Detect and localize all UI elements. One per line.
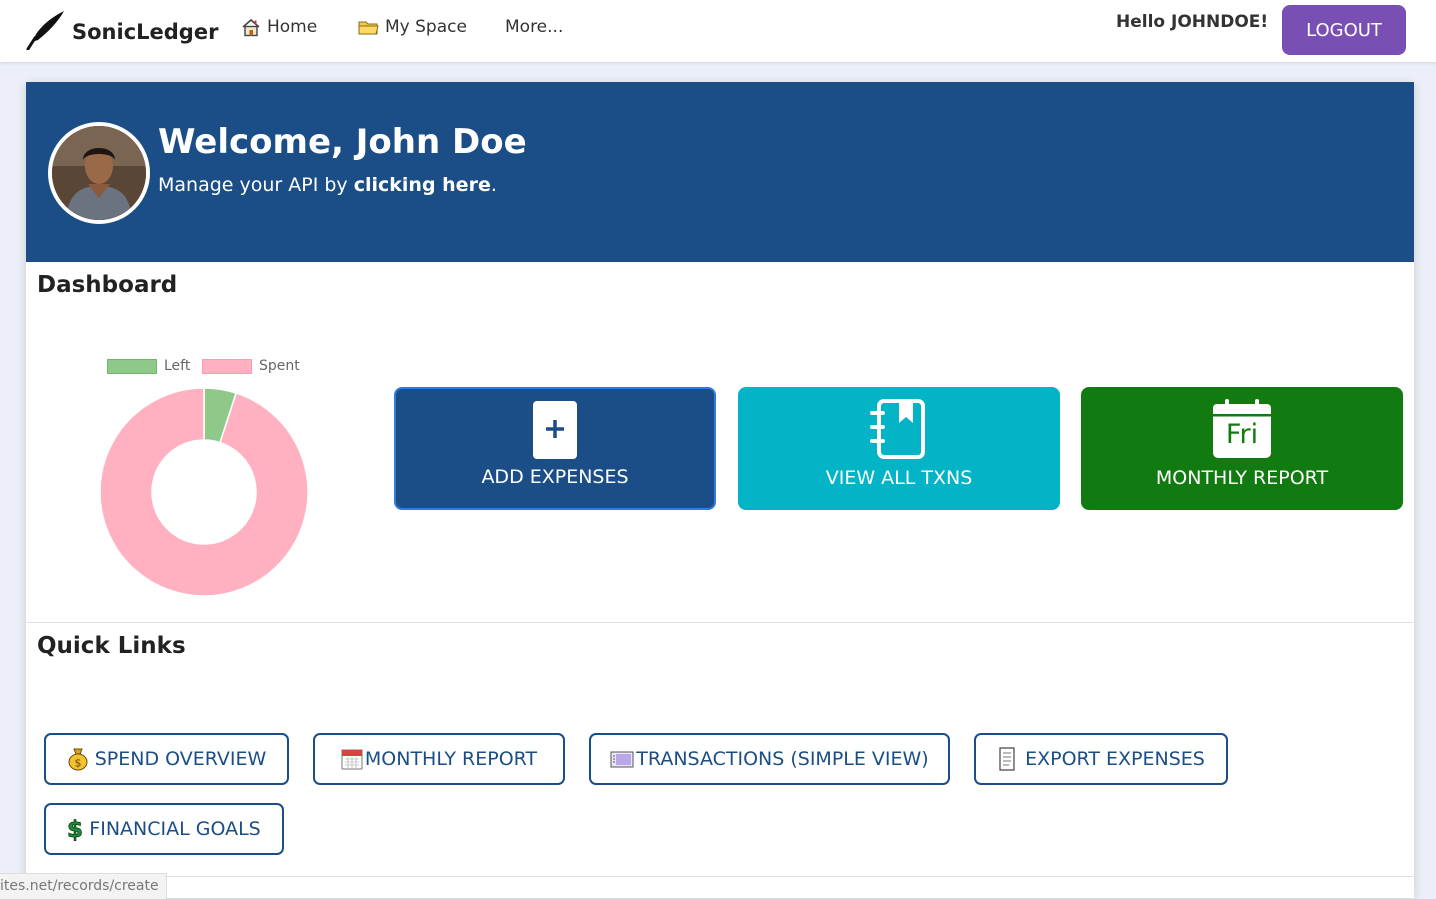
calendar-icon: Fri [1212, 399, 1272, 459]
quill-icon [26, 10, 66, 54]
nav-home-label: Home [267, 17, 318, 37]
folder-icon [358, 19, 379, 36]
money-bag-icon: $ [67, 747, 89, 771]
nav-home[interactable]: Home [241, 17, 317, 37]
calendar-icon [341, 748, 363, 770]
welcome-title: Welcome, John Doe [158, 122, 527, 162]
quick-link-export-expenses-label: EXPORT EXPENSES [1025, 748, 1205, 770]
quick-link-monthly-report[interactable]: MONTHLY REPORT [313, 733, 565, 785]
brand-link[interactable]: SonicLedger [26, 10, 218, 54]
api-manage-suffix: . [490, 174, 497, 196]
view-all-txns-tile[interactable]: VIEW ALL TXNS [738, 387, 1060, 510]
legend-swatch-left [107, 358, 157, 374]
bottom-divider [26, 876, 1414, 877]
main-card: Welcome, John Doe Manage your API by cli… [26, 82, 1414, 898]
section-divider [26, 622, 1414, 623]
user-greeting: Hello JOHNDOE! [1116, 12, 1269, 32]
legend-item-left[interactable]: Left [107, 358, 190, 374]
welcome-banner: Welcome, John Doe Manage your API by cli… [26, 82, 1414, 262]
svg-text:$: $ [74, 757, 81, 770]
view-all-txns-label: VIEW ALL TXNS [825, 467, 973, 489]
plus-icon [532, 400, 578, 465]
quick-links-title: Quick Links [37, 633, 186, 659]
nav-more[interactable]: More... [505, 17, 563, 37]
quick-link-transactions-simple-label: TRANSACTIONS (SIMPLE VIEW) [636, 748, 929, 770]
logout-button[interactable]: LOGOUT [1282, 5, 1406, 55]
legend-label-spent: Spent [259, 358, 300, 374]
svg-text:$: $ [67, 817, 83, 842]
quick-link-monthly-report-label: MONTHLY REPORT [364, 748, 538, 770]
house-icon [241, 18, 261, 37]
api-manage-text: Manage your API by clicking here. [158, 174, 497, 196]
avatar [48, 122, 150, 224]
monthly-report-label: MONTHLY REPORT [1155, 467, 1329, 489]
nav-my-space-label: My Space [385, 17, 467, 37]
card-index-icon [610, 749, 634, 769]
quick-link-spend-overview[interactable]: $ SPEND OVERVIEW [44, 733, 289, 785]
legend-label-left: Left [164, 358, 191, 374]
api-manage-prefix: Manage your API by [158, 174, 354, 196]
top-navbar: SonicLedger Home My Space More... Hello … [0, 0, 1436, 62]
page-icon [997, 747, 1017, 771]
donut-slice-spent[interactable] [99, 387, 309, 597]
quick-link-spend-overview-label: SPEND OVERVIEW [94, 748, 267, 770]
quick-link-export-expenses[interactable]: EXPORT EXPENSES [974, 733, 1228, 785]
legend-item-spent[interactable]: Spent [202, 358, 300, 374]
browser-status-url: ites.net/records/create [0, 873, 167, 899]
nav-my-space[interactable]: My Space [358, 17, 467, 37]
dollar-sign-icon: $ [67, 816, 83, 842]
monthly-report-tile[interactable]: Fri MONTHLY REPORT [1081, 387, 1403, 510]
legend-swatch-spent [202, 358, 252, 374]
quick-link-financial-goals-label: FINANCIAL GOALS [89, 818, 261, 840]
nav-more-label: More... [505, 17, 564, 37]
add-expenses-label: ADD EXPENSES [481, 466, 629, 488]
dashboard-title: Dashboard [37, 272, 178, 298]
calendar-day-text: Fri [1225, 419, 1259, 450]
api-manage-link[interactable]: clicking here [354, 174, 491, 196]
brand-name: SonicLedger [72, 20, 219, 44]
quick-link-transactions-simple[interactable]: TRANSACTIONS (SIMPLE VIEW) [589, 733, 950, 785]
add-expenses-tile[interactable]: ADD EXPENSES [394, 387, 716, 510]
budget-donut-chart[interactable] [98, 386, 310, 598]
quick-link-financial-goals[interactable]: $ FINANCIAL GOALS [44, 803, 284, 855]
notebook-icon [869, 399, 929, 466]
